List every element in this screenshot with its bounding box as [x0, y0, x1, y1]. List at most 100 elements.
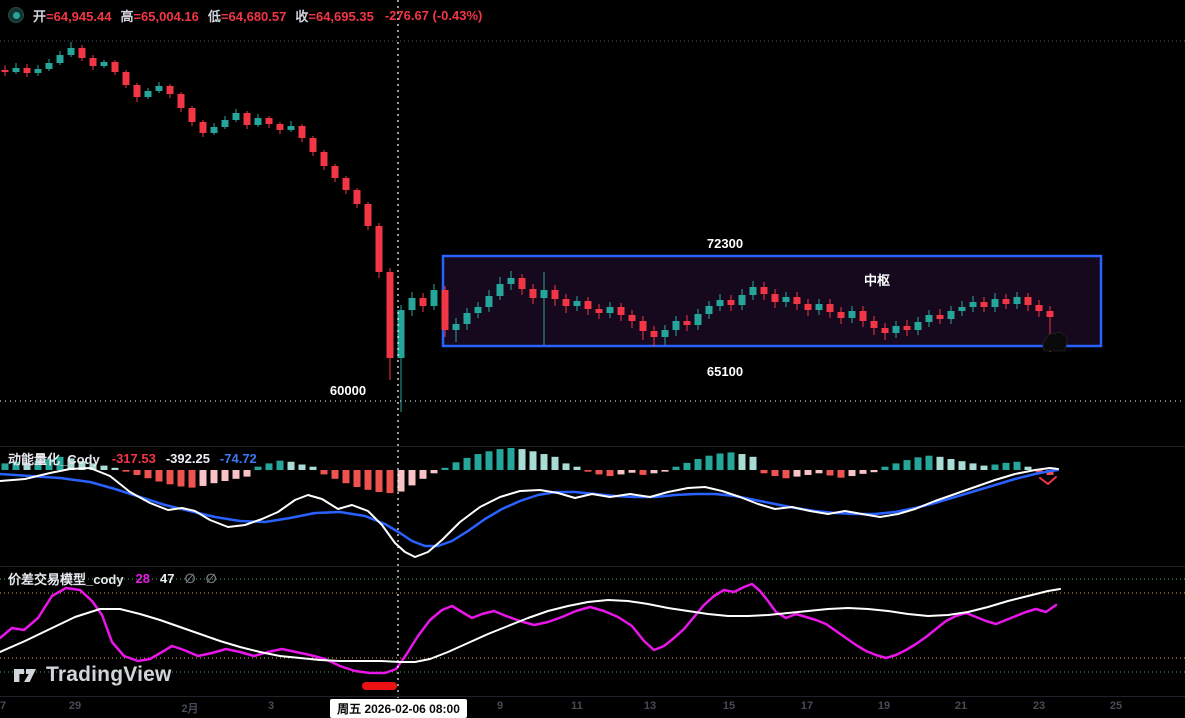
candle-body	[651, 331, 658, 337]
candle-body	[90, 58, 97, 66]
time-axis-tick: 3	[268, 700, 274, 712]
time-axis-tick: 21	[955, 700, 967, 712]
candle-body	[882, 328, 889, 333]
candle-body	[211, 127, 218, 133]
time-axis-tick: 13	[644, 700, 656, 712]
histogram-bar	[519, 449, 526, 470]
candle-body	[486, 296, 493, 307]
indicator-value: -392.25	[166, 451, 210, 466]
tradingview-logo-icon	[12, 662, 38, 688]
spread-indicator-values: 2847∅∅	[136, 571, 227, 587]
histogram-bar	[772, 470, 779, 476]
candle-body	[277, 124, 284, 130]
candle-body	[112, 62, 119, 72]
candle-body	[376, 226, 383, 272]
spread-indicator-legend[interactable]: 价差交易模型_cody 2847∅∅	[8, 569, 227, 588]
time-axis-tick: 9	[497, 700, 503, 712]
histogram-bar	[541, 454, 548, 470]
candle-body	[816, 304, 823, 310]
histogram-bar	[321, 470, 328, 474]
momentum-indicator-legend[interactable]: 动能量化_Cody -317.53-392.25-74.72	[8, 449, 267, 468]
histogram-bar	[442, 468, 449, 470]
candle-body	[475, 307, 482, 313]
candle-body	[970, 302, 977, 307]
histogram-bar	[816, 470, 823, 473]
price-change: -276.67 (-0.43%)	[385, 8, 483, 23]
histogram-bar	[871, 470, 878, 472]
histogram-bar	[244, 470, 251, 477]
histogram-bar	[992, 465, 999, 471]
candle-body	[596, 309, 603, 313]
candle-body	[310, 138, 317, 152]
candle-body	[717, 300, 724, 306]
candle-body	[739, 295, 746, 305]
candle-body	[618, 307, 625, 315]
histogram-bar	[618, 470, 625, 474]
candle-body	[1014, 297, 1021, 304]
candle-body	[156, 86, 163, 91]
candle-body	[706, 306, 713, 314]
symbol-legend[interactable]: 开=64,945.44 高=65,004.16 低=64,680.57 收=64…	[8, 6, 482, 24]
histogram-bar	[926, 456, 933, 470]
candle-body	[959, 307, 966, 311]
candle-body	[343, 178, 350, 190]
candle-body	[761, 287, 768, 294]
candle-body	[13, 68, 20, 72]
histogram-bar	[739, 454, 746, 470]
histogram-bar	[783, 470, 790, 478]
histogram-bar	[794, 470, 801, 477]
chart-canvas[interactable]	[0, 0, 1185, 718]
pane-divider[interactable]	[0, 566, 1185, 567]
histogram-bar	[937, 457, 944, 470]
candle-body	[200, 122, 207, 133]
candle-body	[35, 69, 42, 73]
histogram-bar	[717, 454, 724, 471]
histogram-bar	[156, 470, 163, 482]
histogram-bar	[134, 470, 141, 475]
tradingview-logo[interactable]: TradingView	[12, 662, 172, 688]
tradingview-wordmark: TradingView	[46, 663, 172, 687]
histogram-bar	[750, 457, 757, 470]
candle-body	[189, 108, 196, 122]
trading-chart-app: 开=64,945.44 高=65,004.16 低=64,680.57 收=64…	[0, 0, 1185, 718]
candle-body	[431, 290, 438, 306]
candle-body	[926, 315, 933, 322]
pane-divider[interactable]	[0, 446, 1185, 447]
candle-body	[915, 322, 922, 330]
histogram-bar	[123, 470, 130, 472]
histogram-bar	[662, 470, 669, 472]
level-price-label: 60000	[330, 383, 366, 398]
candle-body	[871, 321, 878, 328]
candle-body	[233, 113, 240, 120]
candle-body	[266, 118, 273, 124]
time-axis[interactable]: 7292月391113151719212325	[0, 698, 1185, 718]
candle-body	[530, 289, 537, 298]
histogram-bar	[673, 467, 680, 470]
candle-body	[354, 190, 361, 204]
momentum-indicator-title[interactable]: 动能量化_Cody	[8, 449, 100, 468]
histogram-bar	[200, 470, 207, 486]
time-axis-tick: 7	[0, 700, 6, 712]
histogram-bar	[310, 467, 317, 470]
histogram-bar	[596, 470, 603, 474]
candle-body	[640, 321, 647, 331]
candle-body	[893, 326, 900, 333]
histogram-bar	[288, 462, 295, 470]
histogram-bar	[167, 470, 174, 484]
histogram-bar	[860, 470, 867, 474]
histogram-bar	[827, 470, 834, 476]
box-bottom-price-label: 65100	[707, 364, 743, 379]
candle-body	[244, 113, 251, 125]
histogram-bar	[409, 470, 416, 485]
candle-body	[453, 324, 460, 330]
candle-body	[827, 304, 834, 312]
histogram-bar	[849, 470, 856, 476]
histogram-bar	[376, 470, 383, 492]
candle-body	[783, 297, 790, 302]
spread-indicator-title[interactable]: 价差交易模型_cody	[8, 569, 124, 588]
candle-body	[904, 326, 911, 330]
histogram-bar	[486, 451, 493, 470]
symbol-status-icon	[8, 7, 24, 23]
candle-body	[497, 284, 504, 296]
candle-body	[387, 272, 394, 358]
